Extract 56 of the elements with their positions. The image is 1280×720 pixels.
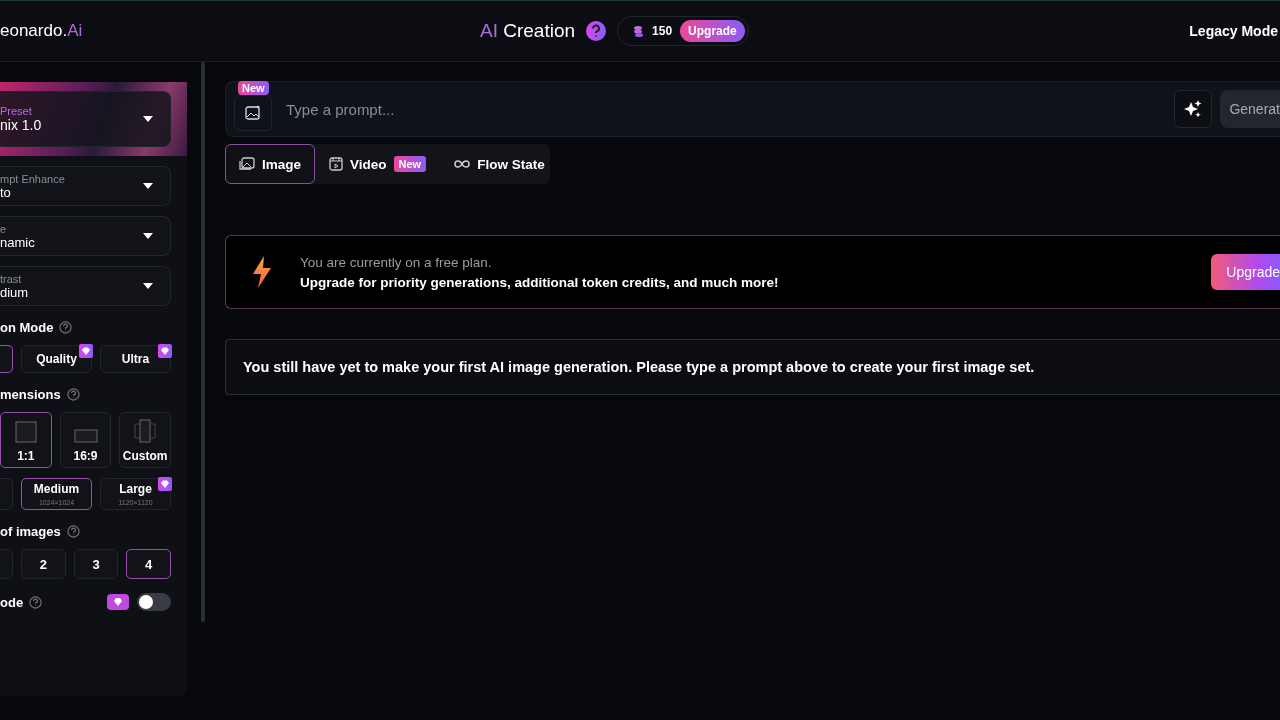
prompt-field[interactable]: New Type a prompt... Generat	[225, 81, 1280, 137]
help-icon[interactable]	[29, 595, 43, 609]
dropdown[interactable]: mpt Enhance to	[0, 166, 171, 206]
section-title: ode	[0, 594, 24, 610]
option-button[interactable]: 2	[21, 549, 66, 579]
option-button[interactable]	[0, 345, 13, 373]
help-icon[interactable]	[59, 321, 73, 334]
mode-tab[interactable]: Image	[225, 144, 316, 184]
section-title: mensions	[0, 387, 61, 402]
image-icon	[239, 157, 255, 171]
ratio-button[interactable]: Custom	[119, 412, 171, 468]
option-button[interactable]: Quality	[21, 345, 92, 373]
ratio-button[interactable]: 1:1	[0, 412, 52, 468]
section-title: of images	[0, 524, 61, 539]
empty-message: You still have yet to make your first AI image generation. Please type a prompt above to create your first image set.	[225, 339, 1280, 395]
coins-icon	[632, 25, 645, 37]
option-button[interactable]: Ultra	[100, 345, 171, 373]
plan-text: You are currently on a free plan.	[300, 254, 493, 270]
upgrade-button[interactable]: Upgrade	[680, 20, 745, 42]
help-icon[interactable]	[585, 20, 608, 42]
square-icon	[14, 421, 37, 443]
image-upload-button[interactable]	[234, 95, 272, 131]
help-icon[interactable]	[66, 525, 80, 538]
logo[interactable]: eonardo.Ai	[0, 21, 480, 41]
ratio-button[interactable]: 16:9	[59, 412, 112, 468]
dropdown[interactable]: e namic	[0, 216, 171, 256]
section-title: on Mode	[0, 320, 54, 335]
image-icon	[245, 105, 261, 121]
toggle-switch[interactable]	[137, 593, 171, 611]
preset-dropdown[interactable]: Preset nix 1.0	[0, 91, 171, 147]
new-badge: New	[393, 156, 427, 172]
option-button[interactable]: 3	[73, 549, 119, 579]
sparkle-button[interactable]	[1174, 90, 1213, 128]
caret-icon	[142, 115, 154, 123]
mode-tab[interactable]: Flow State	[440, 144, 559, 184]
mode-tab[interactable]: Video New	[315, 144, 441, 184]
caret-icon	[142, 282, 154, 290]
new-badge: New	[238, 81, 269, 95]
sparkle-icon	[1183, 99, 1204, 119]
dropdown[interactable]: trast dium	[0, 266, 171, 306]
scrollbar[interactable]	[201, 62, 205, 622]
rectangle-icon	[73, 429, 98, 443]
page-title: AI Creation	[480, 20, 576, 42]
video-icon	[329, 157, 344, 171]
generate-button[interactable]: Generat	[1220, 90, 1280, 128]
caret-icon	[142, 182, 154, 190]
lightning-icon	[252, 256, 272, 288]
caret-icon	[142, 232, 154, 240]
legacy-mode-link[interactable]: Legacy Mode	[1189, 23, 1280, 39]
resize-icon	[132, 419, 159, 443]
infinity-icon	[454, 159, 471, 169]
token-count: 150	[652, 24, 673, 38]
upgrade-button[interactable]: Upgrade	[1211, 254, 1280, 290]
upgrade-text: Upgrade for priority generations, additional token credits, and much more!	[300, 274, 780, 290]
option-button[interactable]: 4	[126, 549, 171, 579]
help-icon[interactable]	[66, 388, 80, 401]
